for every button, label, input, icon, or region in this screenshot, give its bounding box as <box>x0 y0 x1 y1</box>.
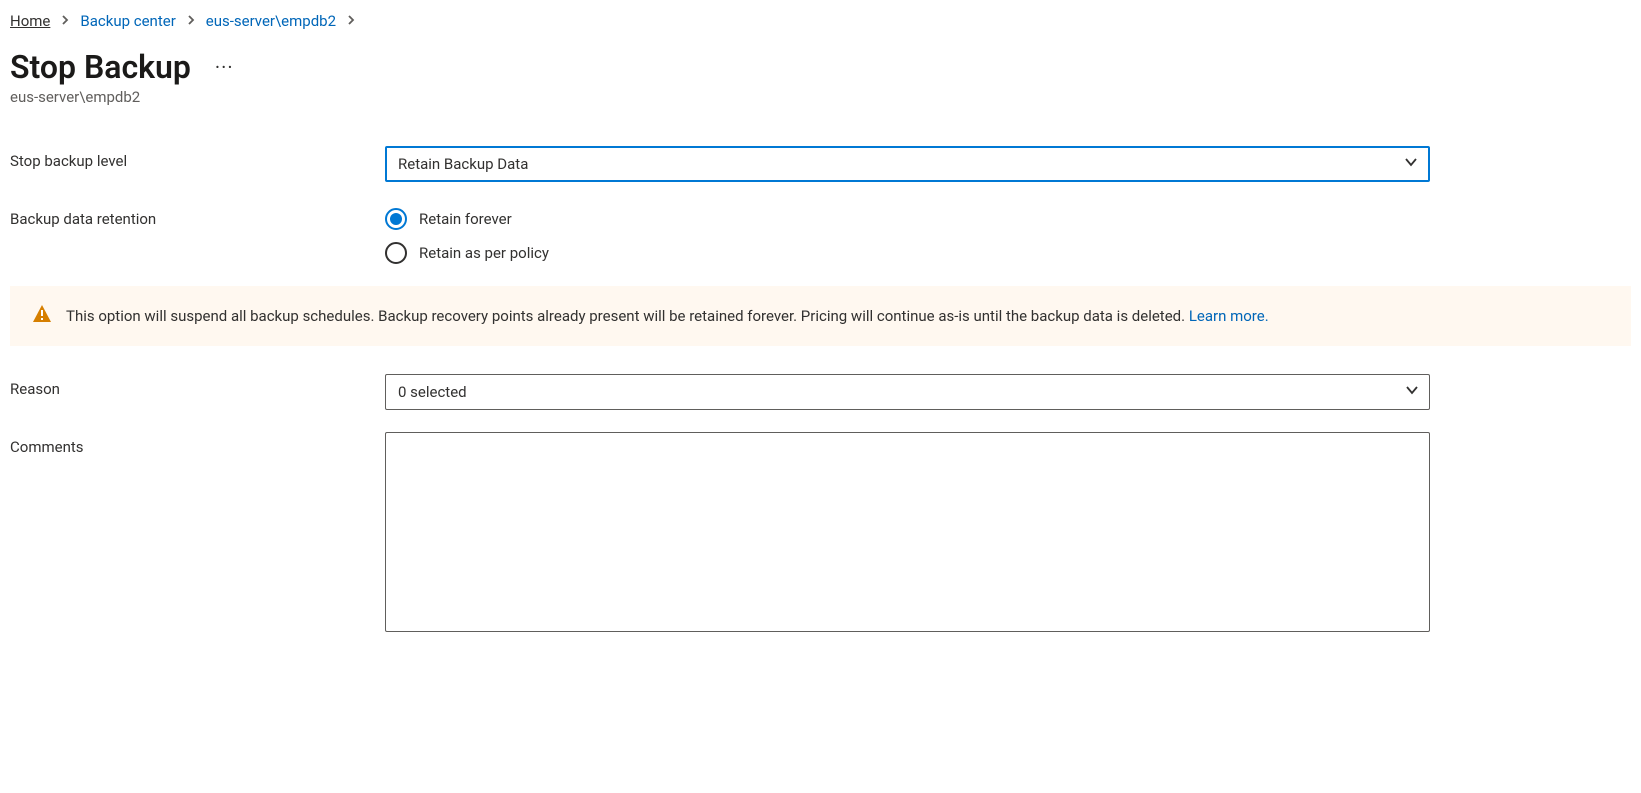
stop-backup-level-label: Stop backup level <box>10 146 385 170</box>
breadcrumb: Home Backup center eus-server\empdb2 <box>10 12 1631 30</box>
chevron-down-icon <box>1405 383 1419 401</box>
stop-backup-level-select[interactable]: Retain Backup Data <box>385 146 1430 182</box>
warning-message: This option will suspend all backup sche… <box>66 307 1269 325</box>
radio-checked-icon <box>385 208 407 230</box>
page-subtitle: eus-server\empdb2 <box>10 88 1631 106</box>
chevron-right-icon <box>60 14 70 29</box>
reason-select-value: 0 selected <box>398 383 467 401</box>
chevron-right-icon <box>186 14 196 29</box>
retention-radio-forever[interactable]: Retain forever <box>385 208 1430 230</box>
breadcrumb-resource-link[interactable]: eus-server\empdb2 <box>206 12 336 30</box>
retention-radio-forever-label: Retain forever <box>419 210 512 228</box>
learn-more-link[interactable]: Learn more. <box>1189 307 1269 325</box>
chevron-down-icon <box>1404 155 1418 173</box>
retention-radio-policy-label: Retain as per policy <box>419 244 549 262</box>
chevron-right-icon <box>346 14 356 29</box>
breadcrumb-home-link[interactable]: Home <box>10 12 50 30</box>
backup-data-retention-label: Backup data retention <box>10 204 385 228</box>
page-title: Stop Backup <box>10 48 191 86</box>
warning-icon <box>32 304 52 328</box>
stop-backup-level-value: Retain Backup Data <box>398 155 528 173</box>
comments-label: Comments <box>10 432 385 456</box>
warning-banner: This option will suspend all backup sche… <box>10 286 1631 346</box>
breadcrumb-backup-center-link[interactable]: Backup center <box>80 12 175 30</box>
reason-select[interactable]: 0 selected <box>385 374 1430 410</box>
retention-radio-group: Retain forever Retain as per policy <box>385 204 1430 264</box>
more-actions-button[interactable]: ··· <box>211 51 238 83</box>
radio-unchecked-icon <box>385 242 407 264</box>
reason-label: Reason <box>10 374 385 398</box>
retention-radio-policy[interactable]: Retain as per policy <box>385 242 1430 264</box>
comments-textarea[interactable] <box>385 432 1430 632</box>
